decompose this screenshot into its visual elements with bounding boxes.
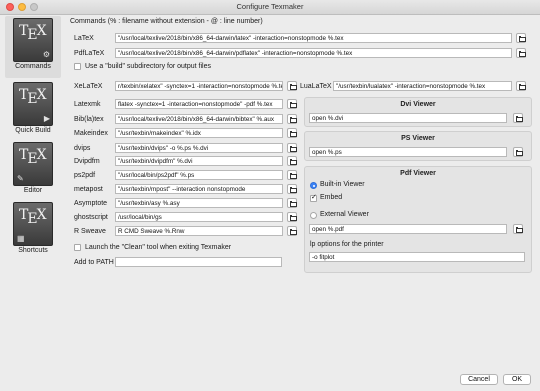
tex-editor-icon: TEX ✎	[13, 142, 53, 186]
sidebar-item-label: Commands	[15, 63, 51, 70]
bibtex-browse-folder-icon[interactable]	[287, 114, 297, 124]
ps2pdf-browse-folder-icon[interactable]	[287, 170, 297, 180]
latex-browse-folder-icon[interactable]	[516, 33, 526, 43]
asymptote-label: Asymptote	[74, 200, 108, 207]
tex-commands-icon: TEX ⚙	[13, 18, 53, 62]
cancel-button[interactable]: Cancel	[460, 374, 498, 385]
bibtex-command-input[interactable]: "/usr/local/texlive/2018/bin/x86_64-darw…	[115, 114, 283, 124]
add-to-path-label: Add to PATH	[74, 259, 114, 266]
play-icon: ▶	[43, 114, 50, 123]
embed-label: Embed	[320, 194, 343, 201]
embed-checkbox[interactable]	[310, 193, 317, 202]
xelatex-browse-folder-icon[interactable]	[287, 81, 297, 91]
xelatex-command-input[interactable]: r/texbin/xelatex" -synctex=1 -interactio…	[115, 81, 283, 91]
pdf-viewer-browse-folder-icon[interactable]	[513, 224, 523, 234]
makeindex-command-input[interactable]: "/usr/texbin/makeindex" %.idx	[115, 128, 283, 138]
dvipdfm-browse-folder-icon[interactable]	[287, 156, 297, 166]
ps-viewer-title: PS Viewer	[401, 135, 435, 142]
pdflatex-command-input[interactable]: "/usr/local/texlive/2018/bin/x86_64-darw…	[115, 48, 512, 58]
gear-icon: ⚙	[42, 50, 50, 59]
ghostscript-command-input[interactable]: /usr/local/bin/gs	[115, 212, 283, 222]
tex-shortcuts-icon: TEX ▦	[13, 202, 53, 246]
launch-clean-checkbox[interactable]	[74, 244, 81, 251]
asymptote-command-input[interactable]: "/usr/texbin/asy %.asy	[115, 198, 283, 208]
external-viewer-label: External Viewer	[320, 211, 369, 218]
makeindex-browse-folder-icon[interactable]	[287, 128, 297, 138]
sidebar-item-shortcuts[interactable]: TEX ▦ Shortcuts	[5, 200, 61, 262]
latexmk-browse-folder-icon[interactable]	[287, 99, 297, 109]
rsweave-label: R Sweave	[74, 228, 106, 235]
dvi-viewer-title: Dvi Viewer	[400, 101, 436, 108]
lualatex-label: LuaLaTeX	[300, 83, 332, 90]
tex-quick-build-icon: TEX ▶	[13, 82, 53, 126]
pdf-viewer-input[interactable]: open %.pdf	[309, 224, 507, 234]
xelatex-label: XeLaTeX	[74, 83, 103, 90]
sidebar: TEX ⚙ Commands TEX ▶ Quick Build TEX ✎ E…	[3, 16, 62, 284]
asymptote-browse-folder-icon[interactable]	[287, 198, 297, 208]
rsweave-browse-folder-icon[interactable]	[287, 226, 297, 236]
metapost-command-input[interactable]: "/usr/texbin/mpost" --interaction nonsto…	[115, 184, 283, 194]
pdf-viewer-title: Pdf Viewer	[400, 170, 436, 177]
latexmk-label: Latexmk	[74, 101, 101, 108]
ps-viewer-group: PS Viewer open %.ps	[304, 131, 532, 161]
lualatex-command-input[interactable]: "/usr/texbin/lualatex" -interaction=nons…	[333, 81, 512, 91]
window-title: Configure Texmaker	[236, 2, 304, 11]
dvipdfm-label: Dvipdfm	[74, 158, 100, 165]
dvips-label: dvips	[74, 145, 91, 152]
pdflatex-label: PdfLaTeX	[74, 50, 105, 57]
lualatex-browse-folder-icon[interactable]	[516, 81, 526, 91]
sidebar-item-label: Shortcuts	[18, 247, 48, 254]
ps-viewer-input[interactable]: open %.ps	[309, 147, 507, 157]
makeindex-label: Makeindex	[74, 130, 108, 137]
launch-clean-label: Launch the "Clean" tool when exiting Tex…	[85, 244, 232, 251]
add-to-path-input[interactable]	[115, 257, 282, 267]
ps2pdf-label: ps2pdf	[74, 172, 96, 179]
ps2pdf-command-input[interactable]: "/usr/local/bin/ps2pdf" %.ps	[115, 170, 283, 180]
pdflatex-browse-folder-icon[interactable]	[516, 48, 526, 58]
commands-header: Commands (% : filename without extension…	[70, 18, 263, 25]
builtin-viewer-radio[interactable]	[310, 182, 317, 189]
metapost-browse-folder-icon[interactable]	[287, 184, 297, 194]
ghostscript-label: ghostscript	[74, 214, 108, 221]
sidebar-item-quick-build[interactable]: TEX ▶ Quick Build	[5, 80, 61, 142]
bibtex-label: Bib(la)tex	[74, 116, 104, 123]
ps-viewer-browse-folder-icon[interactable]	[513, 147, 523, 157]
sidebar-item-label: Editor	[23, 187, 43, 194]
keyboard-icon: ▦	[17, 234, 25, 243]
build-subdirectory-label: Use a "build" subdirectory for output fi…	[85, 63, 211, 70]
builtin-viewer-label: Built-in Viewer	[320, 181, 365, 188]
dvi-viewer-browse-folder-icon[interactable]	[513, 113, 523, 123]
ok-button[interactable]: OK	[503, 374, 531, 385]
dvipdfm-command-input[interactable]: "/usr/texbin/dvipdfm" %.dvi	[115, 156, 283, 166]
metapost-label: metapost	[74, 186, 103, 193]
dvi-viewer-input[interactable]: open %.dvi	[309, 113, 507, 123]
dvips-browse-folder-icon[interactable]	[287, 143, 297, 153]
lp-options-label: lp options for the printer	[310, 241, 384, 248]
title-bar: Configure Texmaker	[0, 0, 540, 15]
pdf-viewer-group: Pdf Viewer Built-in Viewer Embed Externa…	[304, 166, 532, 273]
sidebar-item-commands[interactable]: TEX ⚙ Commands	[5, 16, 61, 78]
latex-label: LaTeX	[74, 35, 94, 42]
external-viewer-radio[interactable]	[310, 212, 317, 219]
dvi-viewer-group: Dvi Viewer open %.dvi	[304, 97, 532, 127]
sidebar-item-editor[interactable]: TEX ✎ Editor	[5, 140, 61, 202]
ghostscript-browse-folder-icon[interactable]	[287, 212, 297, 222]
dvips-command-input[interactable]: "/usr/texbin/dvips" -o %.ps %.dvi	[115, 143, 283, 153]
sidebar-item-label: Quick Build	[15, 127, 51, 134]
latex-command-input[interactable]: "/usr/local/texlive/2018/bin/x86_64-darw…	[115, 33, 512, 43]
build-subdirectory-checkbox[interactable]	[74, 63, 81, 70]
rsweave-command-input[interactable]: R CMD Sweave %.Rnw	[115, 226, 283, 236]
latexmk-command-input[interactable]: flatex -synctex=1 -interaction=nonstopmo…	[115, 99, 283, 109]
lp-options-input[interactable]: -o fitplot	[309, 252, 525, 262]
pencil-icon: ✎	[17, 174, 24, 183]
